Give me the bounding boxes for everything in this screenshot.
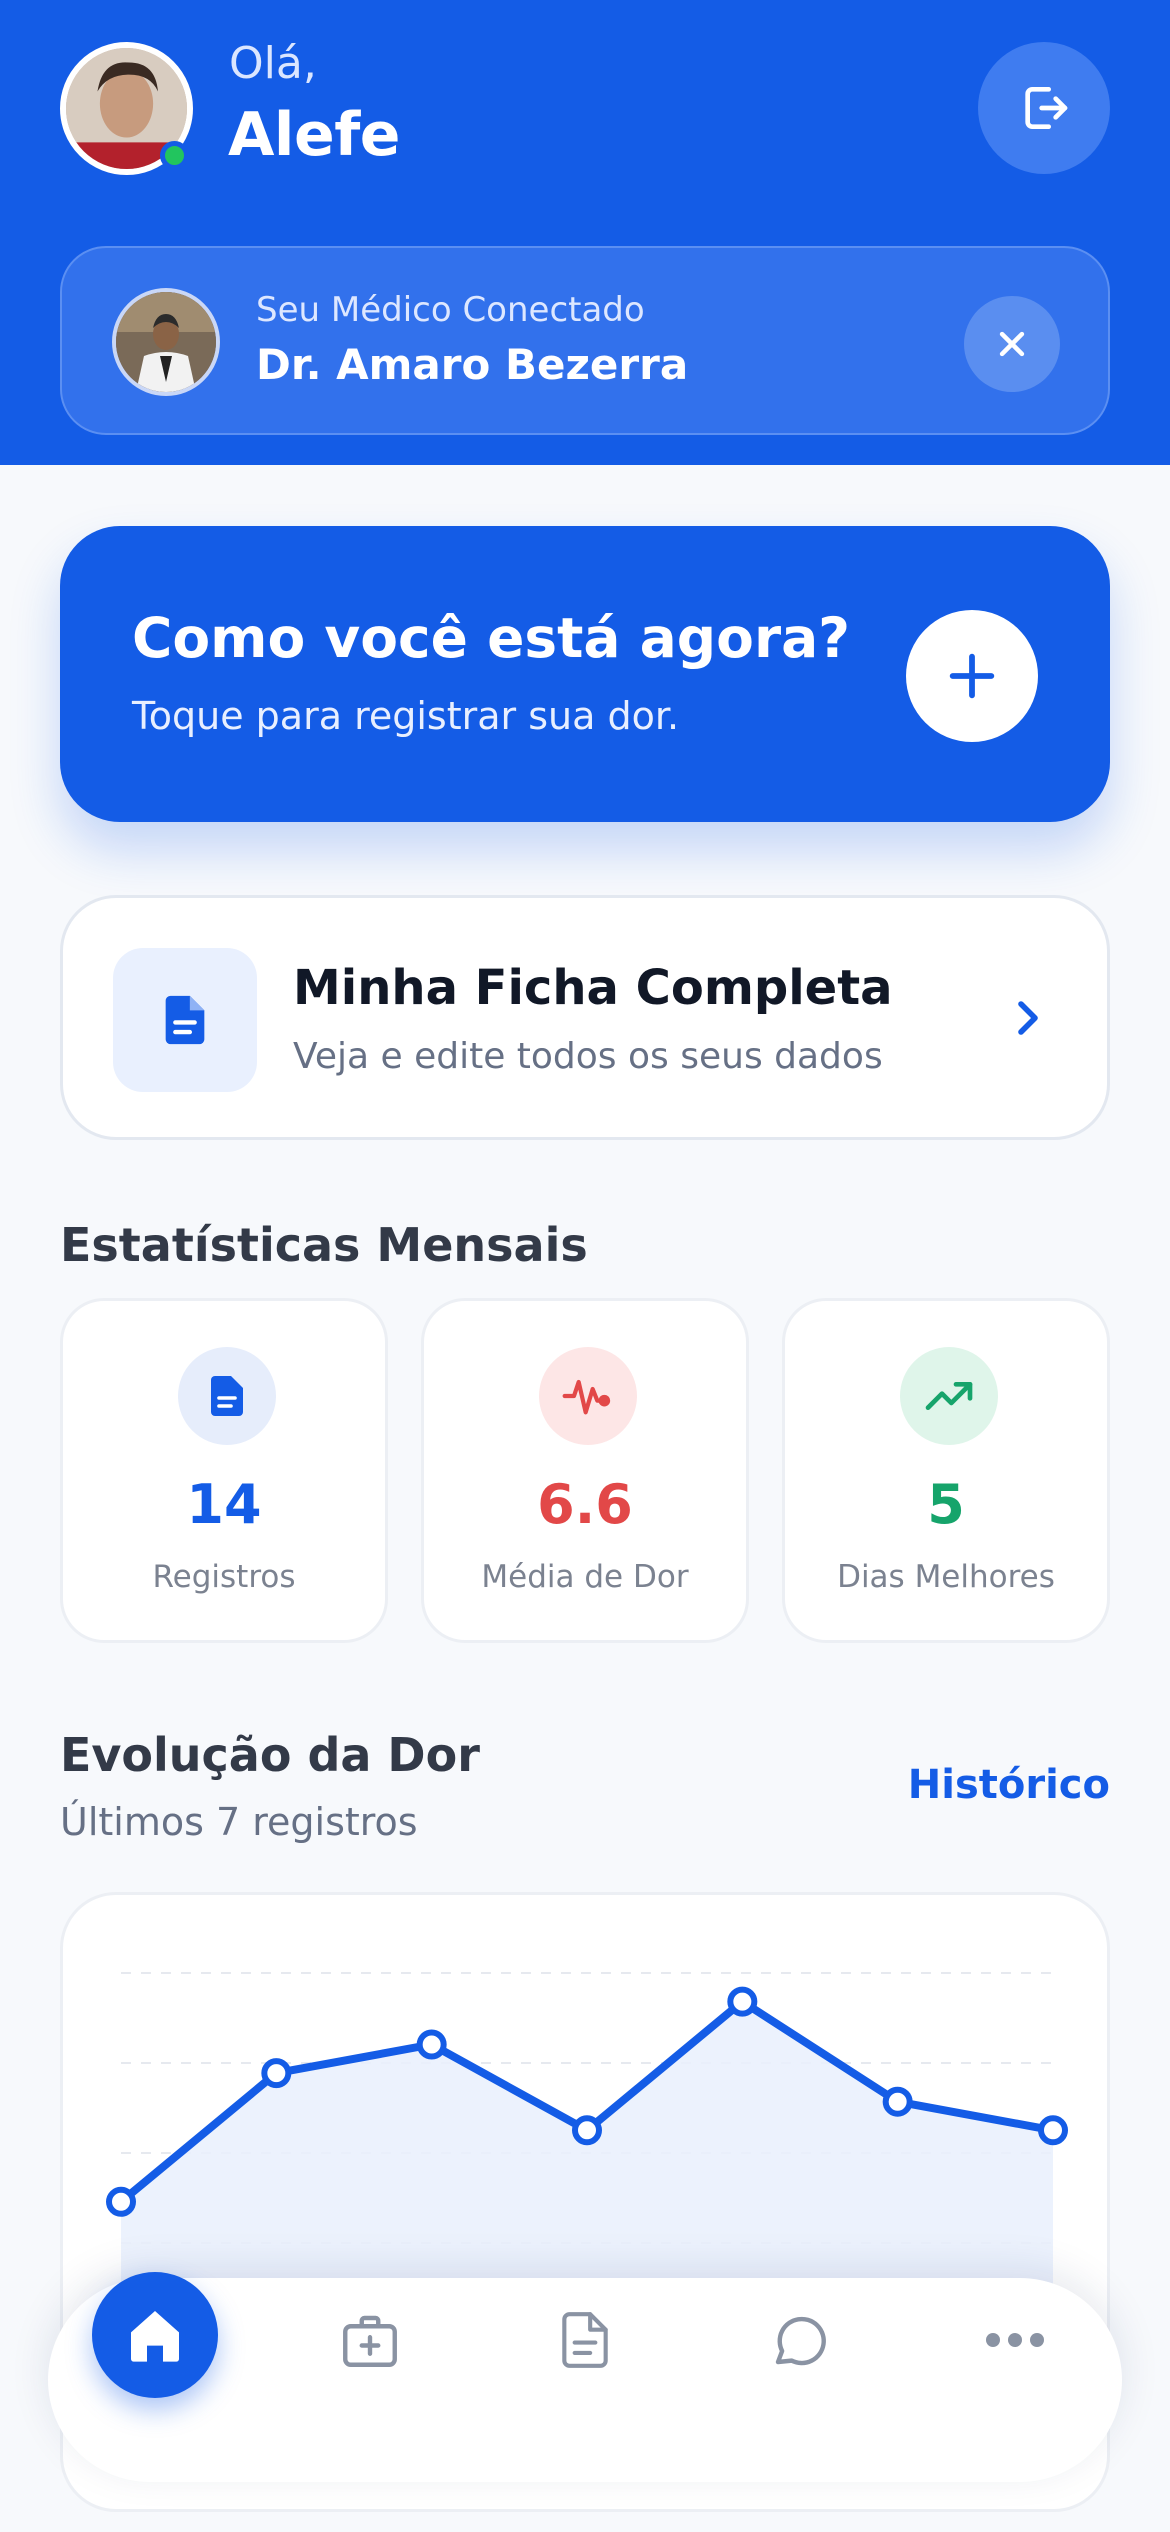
ficha-icon-container [113,948,257,1092]
trending-up-icon [925,1382,973,1410]
stat-value: 5 [927,1473,965,1536]
stat-icon-container [539,1347,637,1445]
evolution-subtitle: Últimos 7 registros [60,1800,418,1844]
full-record-card[interactable]: Minha Ficha Completa Veja e edite todos … [60,895,1110,1140]
stat-icon-container [900,1347,998,1445]
nav-more[interactable] [953,2278,1077,2402]
history-link[interactable]: Histórico [908,1762,1110,1808]
chevron-right-icon [1018,1001,1038,1035]
bottom-navigation [48,2272,1122,2482]
add-pain-button[interactable] [906,610,1038,742]
close-icon [999,331,1025,357]
stat-label: Média de Dor [481,1559,689,1595]
register-pain-card[interactable]: Como você está agora? Toque para registr… [60,526,1110,822]
plus-icon [949,653,995,699]
chart-point[interactable] [727,1986,758,2017]
cta-title: Como você está agora? [132,606,851,670]
evolution-title: Evolução da Dor [60,1728,480,1782]
chart-point[interactable] [1038,2115,1068,2146]
document-icon [211,1376,243,1416]
doctor-photo [116,292,216,392]
stat-label: Registros [152,1559,296,1595]
medical-kit-icon [343,2315,397,2367]
home-icon [131,2311,179,2362]
doctor-label: Seu Médico Conectado [256,290,645,330]
connected-doctor-card[interactable]: Seu Médico Conectado Dr. Amaro Bezerra [60,246,1110,435]
chart-point[interactable] [572,2115,602,2146]
stat-card-pain-average: 6.6 Média de Dor [421,1298,749,1643]
chart-point[interactable] [416,2029,447,2060]
chart-area [121,2001,1053,2299]
stat-icon-container [178,1347,276,1445]
stat-card-better-days: 5 Dias Melhores [782,1298,1110,1643]
stat-value: 6.6 [537,1473,633,1536]
doctor-name: Dr. Amaro Bezerra [256,340,689,389]
document-icon [562,2312,608,2368]
stat-value: 14 [186,1473,262,1536]
disconnect-doctor-button[interactable] [964,296,1060,392]
greeting-text: Olá, [229,38,317,89]
pulse-icon [562,1379,611,1415]
nav-medical-kit[interactable] [308,2278,432,2402]
stat-card-records: 14 Registros [60,1298,388,1643]
stat-label: Dias Melhores [837,1559,1055,1595]
cta-subtitle: Toque para registrar sua dor. [132,694,680,738]
chart-point[interactable] [882,2086,913,2117]
document-icon [165,995,205,1045]
more-icon [986,2333,1044,2347]
chat-icon [775,2316,826,2366]
header: Olá, Alefe Seu Médico Conectado Dr. Amar… [0,0,1170,465]
user-name: Alefe [228,100,401,170]
nav-documents[interactable] [523,2278,647,2402]
logout-button[interactable] [978,42,1110,174]
ficha-subtitle: Veja e edite todos os seus dados [293,1036,883,1077]
chart-point[interactable] [106,2186,136,2217]
nav-home[interactable] [92,2272,218,2398]
doctor-avatar [112,288,220,396]
online-status-dot [160,141,189,170]
ficha-title: Minha Ficha Completa [293,960,893,1016]
logout-icon [1025,87,1068,129]
chart-point[interactable] [261,2058,292,2089]
nav-chat[interactable] [738,2278,862,2402]
stats-section-title: Estatísticas Mensais [60,1218,588,1272]
